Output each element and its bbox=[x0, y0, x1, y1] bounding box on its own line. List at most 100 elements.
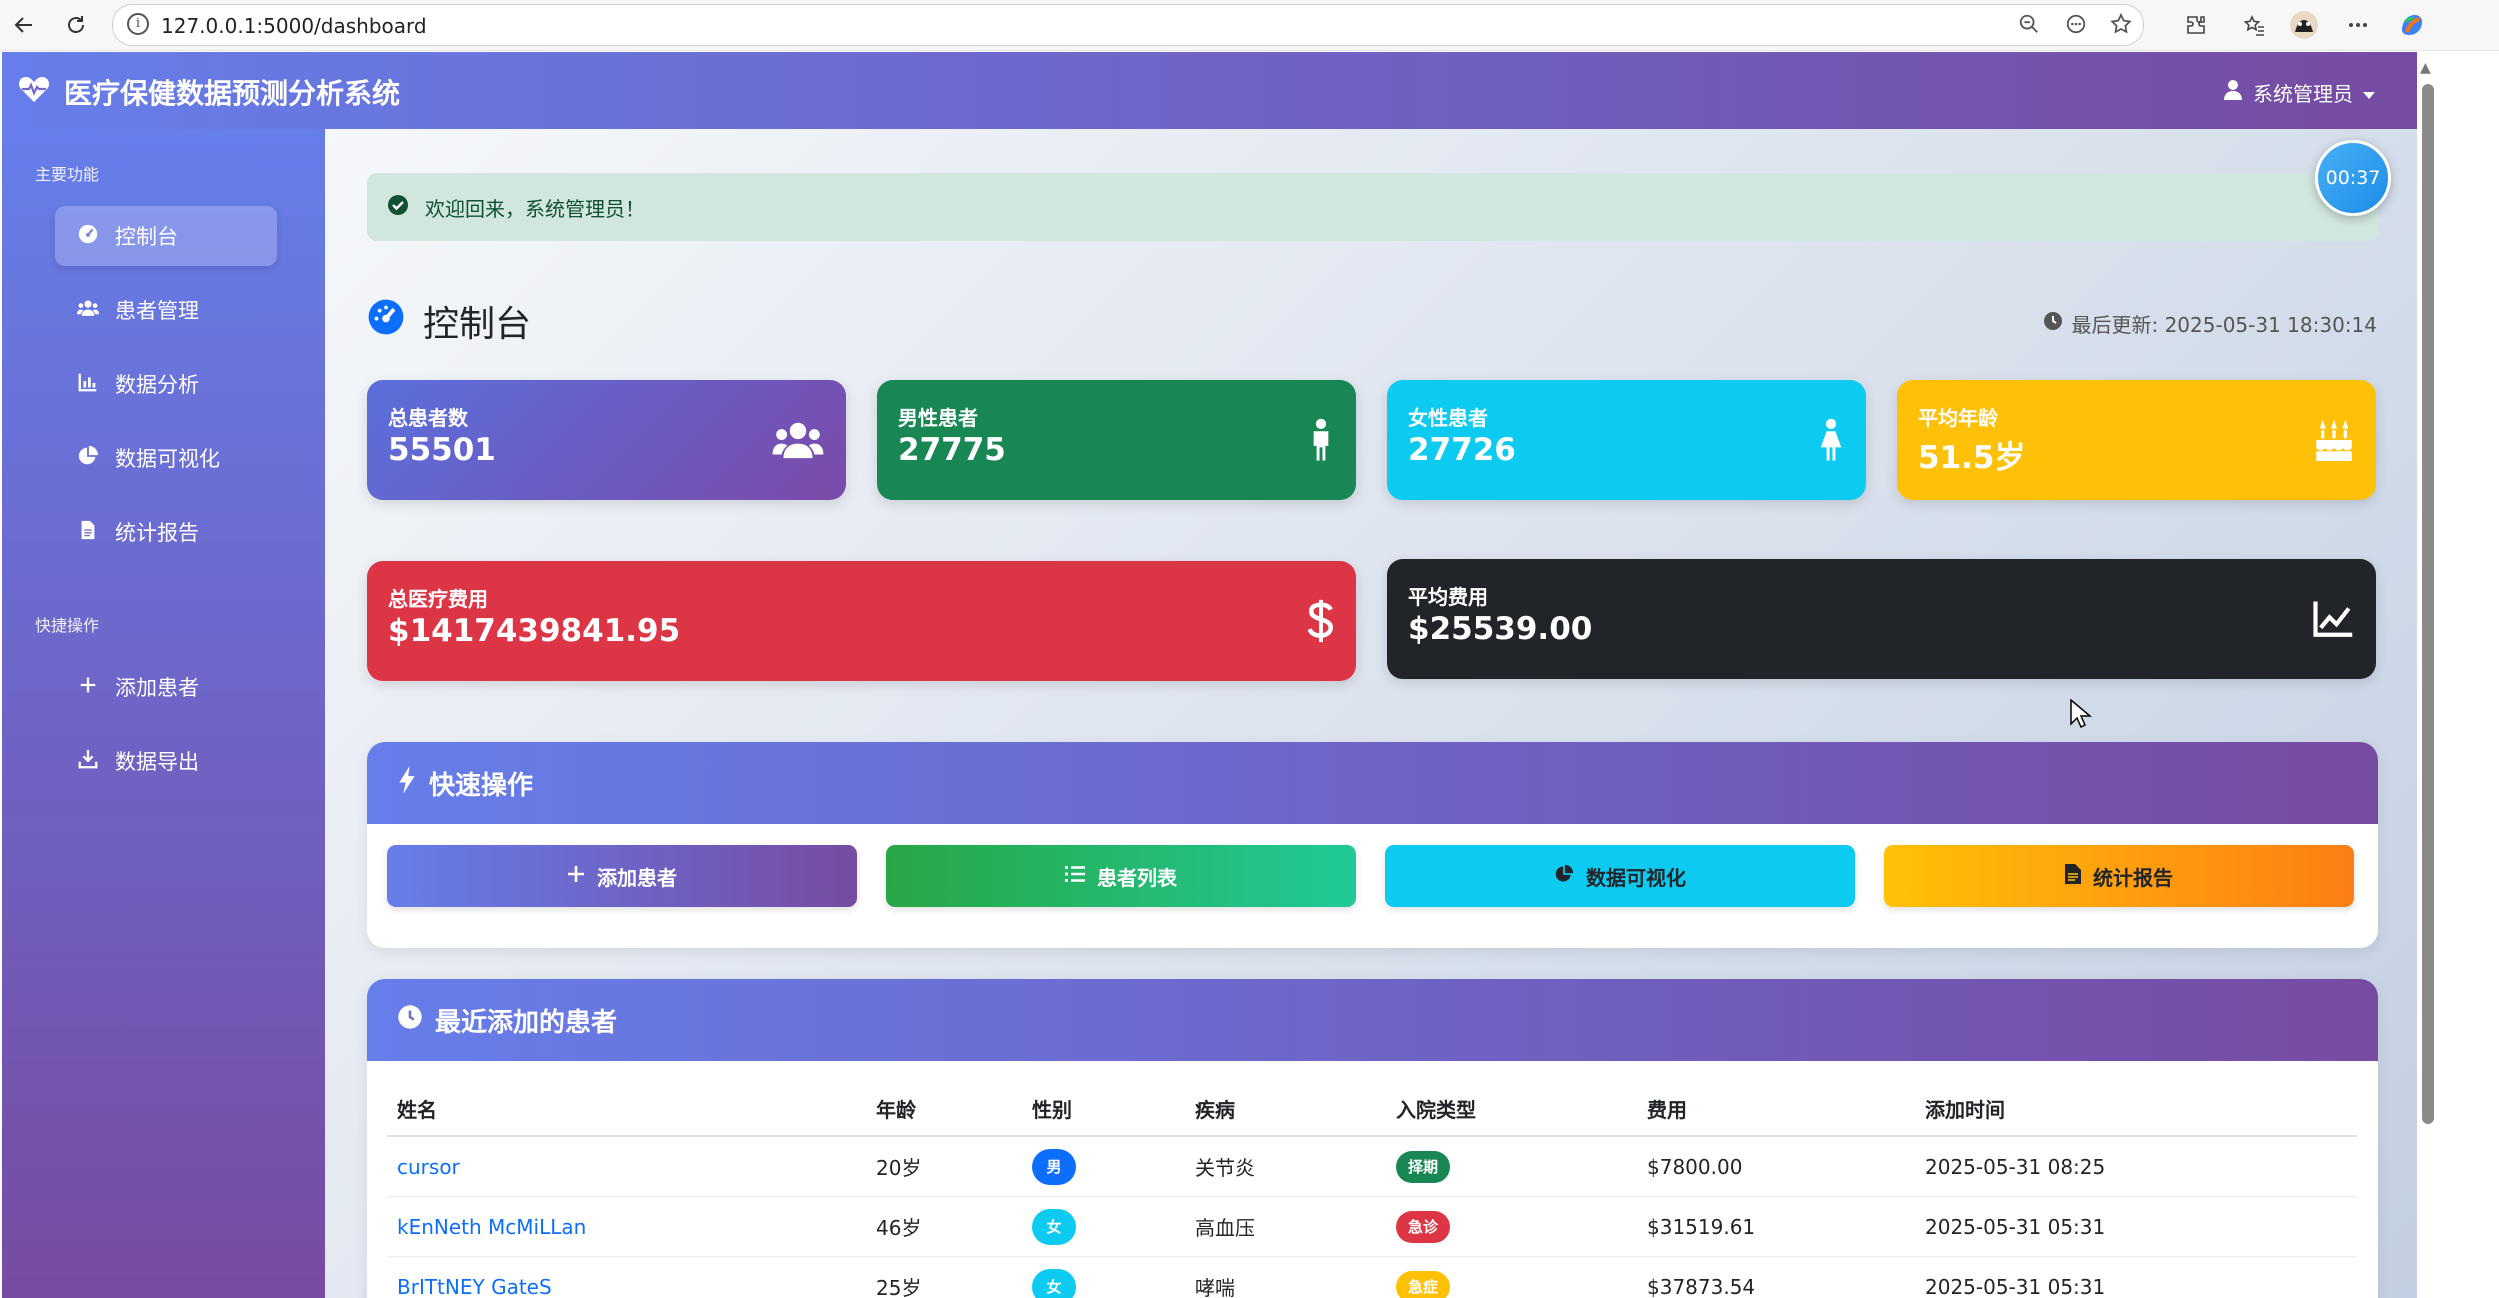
statistics-report-button[interactable]: 统计报告 bbox=[1884, 845, 2354, 907]
clock-icon bbox=[2043, 311, 2063, 336]
zoom-out-icon[interactable] bbox=[2011, 6, 2047, 42]
admission-badge: 择期 bbox=[1396, 1150, 1451, 1183]
more-options-icon[interactable] bbox=[2340, 7, 2376, 43]
sidebar-item-dashboard[interactable]: 控制台 bbox=[55, 206, 277, 266]
recent-patients-title: 最近添加的患者 bbox=[435, 1007, 618, 1038]
brand[interactable]: 医疗保健数据预测分析系统 bbox=[18, 72, 400, 112]
file-icon bbox=[2065, 863, 2081, 889]
age-cell: 46岁 bbox=[866, 1196, 1022, 1257]
birthday-cake-icon bbox=[2302, 416, 2354, 464]
page-title-text: 控制台 bbox=[423, 304, 532, 345]
age-cell: 25岁 bbox=[866, 1256, 1022, 1298]
stat-card-total-cost: 总医疗费用 $1417439841.95 bbox=[367, 561, 1356, 681]
scroll-up-arrow-icon[interactable]: ▲ bbox=[2420, 60, 2431, 76]
quick-actions-card: 快速操作 添加患者 患者列表 数据可视化 统计报告 bbox=[367, 742, 2378, 948]
recent-patients-card: 最近添加的患者 姓名 年龄 性别 疾病 入院类型 费用 添加时间 cursor bbox=[367, 979, 2378, 1298]
main-content: 欢迎回来，系统管理员！ 00:37 控制台 最后更新: 2025-05-31 1… bbox=[325, 129, 2417, 1298]
column-header: 疾病 bbox=[1185, 1081, 1386, 1137]
sidebar-item-label: 数据可视化 bbox=[115, 447, 220, 471]
quick-actions-header: 快速操作 bbox=[367, 742, 2378, 824]
add-patient-button[interactable]: 添加患者 bbox=[387, 845, 857, 907]
clock-icon bbox=[397, 1004, 423, 1037]
stat-label: 平均费用 bbox=[1408, 585, 1488, 609]
admission-badge: 急症 bbox=[1396, 1270, 1451, 1298]
browser-toolbar: i 127.0.0.1:5000/dashboard bbox=[0, 0, 2499, 51]
cost-cell: $37873.54 bbox=[1637, 1256, 1915, 1298]
url-text: 127.0.0.1:5000/dashboard bbox=[161, 14, 427, 38]
reload-icon[interactable] bbox=[58, 7, 94, 43]
plus-icon bbox=[567, 864, 585, 888]
plus-icon bbox=[77, 674, 99, 701]
column-header: 年龄 bbox=[866, 1081, 1022, 1137]
scrollbar-thumb[interactable] bbox=[2422, 84, 2434, 1124]
male-icon bbox=[1282, 416, 1334, 464]
chart-line-icon bbox=[2302, 595, 2354, 643]
button-label: 添加患者 bbox=[597, 865, 677, 890]
favorite-star-icon[interactable] bbox=[2103, 6, 2139, 42]
patient-name-link[interactable]: cursor bbox=[397, 1155, 460, 1179]
stat-label: 总医疗费用 bbox=[388, 587, 488, 611]
stat-value: 55501 bbox=[388, 432, 496, 468]
sex-badge: 女 bbox=[1032, 1268, 1076, 1298]
sidebar: 主要功能 控制台 患者管理 数据分析 数据可视化 统计报告 快捷操作 添加患者 … bbox=[2, 129, 325, 1298]
download-icon bbox=[77, 748, 99, 775]
recent-patients-header: 最近添加的患者 bbox=[367, 979, 2378, 1061]
time-cell: 2025-05-31 08:25 bbox=[1915, 1136, 2357, 1197]
user-menu[interactable]: 系统管理员 bbox=[2223, 78, 2375, 107]
site-info-icon[interactable]: i bbox=[127, 13, 149, 35]
sidebar-item-label: 控制台 bbox=[115, 225, 178, 249]
sidebar-item-reports[interactable]: 统计报告 bbox=[55, 502, 277, 562]
dollar-icon bbox=[1282, 597, 1334, 645]
session-timer[interactable]: 00:37 bbox=[2315, 140, 2391, 216]
table-row: cursor 20岁 男 关节炎 择期 $7800.00 2025-05-31 … bbox=[387, 1136, 2357, 1197]
column-header: 姓名 bbox=[387, 1081, 866, 1137]
table-row: kEnNeth McMiLLan 46岁 女 高血压 急诊 $31519.61 … bbox=[387, 1196, 2357, 1257]
chart-pie-icon bbox=[77, 445, 99, 472]
disease-cell: 高血压 bbox=[1185, 1196, 1386, 1257]
last-update-text: 最后更新: 2025-05-31 18:30:14 bbox=[2071, 313, 2377, 337]
stat-card-average-cost: 平均费用 $25539.00 bbox=[1387, 559, 2376, 679]
copilot-icon[interactable] bbox=[2394, 7, 2430, 43]
check-circle-icon bbox=[387, 194, 409, 221]
sidebar-item-label: 数据分析 bbox=[115, 373, 199, 397]
app-navbar: 医疗保健数据预测分析系统 系统管理员 bbox=[2, 52, 2417, 129]
time-cell: 2025-05-31 05:31 bbox=[1915, 1196, 2357, 1257]
cost-cell: $31519.61 bbox=[1637, 1196, 1915, 1257]
stat-card-total-patients: 总患者数 55501 bbox=[367, 380, 846, 500]
disease-cell: 关节炎 bbox=[1185, 1136, 1386, 1197]
last-update: 最后更新: 2025-05-31 18:30:14 bbox=[2043, 309, 2377, 338]
favorites-icon[interactable] bbox=[2236, 7, 2272, 43]
stat-value: 27775 bbox=[898, 432, 1006, 468]
address-bar[interactable]: i 127.0.0.1:5000/dashboard bbox=[112, 4, 2144, 46]
sidebar-item-analysis[interactable]: 数据分析 bbox=[55, 354, 277, 414]
users-icon bbox=[77, 297, 99, 324]
extensions-icon[interactable] bbox=[2178, 7, 2214, 43]
patient-name-link[interactable]: BrITtNEY GateS bbox=[397, 1275, 552, 1298]
dashboard-icon bbox=[77, 223, 99, 250]
stat-label: 平均年龄 bbox=[1918, 406, 1998, 430]
user-name: 系统管理员 bbox=[2253, 82, 2353, 106]
stat-value: $1417439841.95 bbox=[388, 613, 681, 649]
column-header: 添加时间 bbox=[1915, 1081, 2357, 1137]
stat-card-male-patients: 男性患者 27775 bbox=[877, 380, 1356, 500]
patient-name-link[interactable]: kEnNeth McMiLLan bbox=[397, 1215, 586, 1239]
sidebar-item-export[interactable]: 数据导出 bbox=[55, 731, 277, 791]
quick-actions-title: 快速操作 bbox=[429, 770, 534, 801]
profile-avatar-icon[interactable] bbox=[2286, 7, 2322, 43]
button-label: 数据可视化 bbox=[1586, 865, 1686, 890]
sidebar-item-visualization[interactable]: 数据可视化 bbox=[55, 428, 277, 488]
button-label: 患者列表 bbox=[1097, 865, 1177, 890]
welcome-alert: 欢迎回来，系统管理员！ bbox=[367, 173, 2378, 241]
file-icon bbox=[77, 519, 99, 546]
column-header: 费用 bbox=[1637, 1081, 1915, 1137]
sidebar-item-patients[interactable]: 患者管理 bbox=[55, 280, 277, 340]
sidebar-item-add-patient[interactable]: 添加患者 bbox=[55, 657, 277, 717]
page-title: 控制台 bbox=[367, 295, 531, 347]
patient-list-button[interactable]: 患者列表 bbox=[886, 845, 1356, 907]
time-cell: 2025-05-31 05:31 bbox=[1915, 1256, 2357, 1298]
back-icon[interactable] bbox=[6, 7, 42, 43]
reader-mode-icon[interactable] bbox=[2058, 6, 2094, 42]
data-visualization-button[interactable]: 数据可视化 bbox=[1385, 845, 1855, 907]
list-icon bbox=[1065, 864, 1085, 888]
mouse-cursor-icon bbox=[2070, 698, 2093, 733]
